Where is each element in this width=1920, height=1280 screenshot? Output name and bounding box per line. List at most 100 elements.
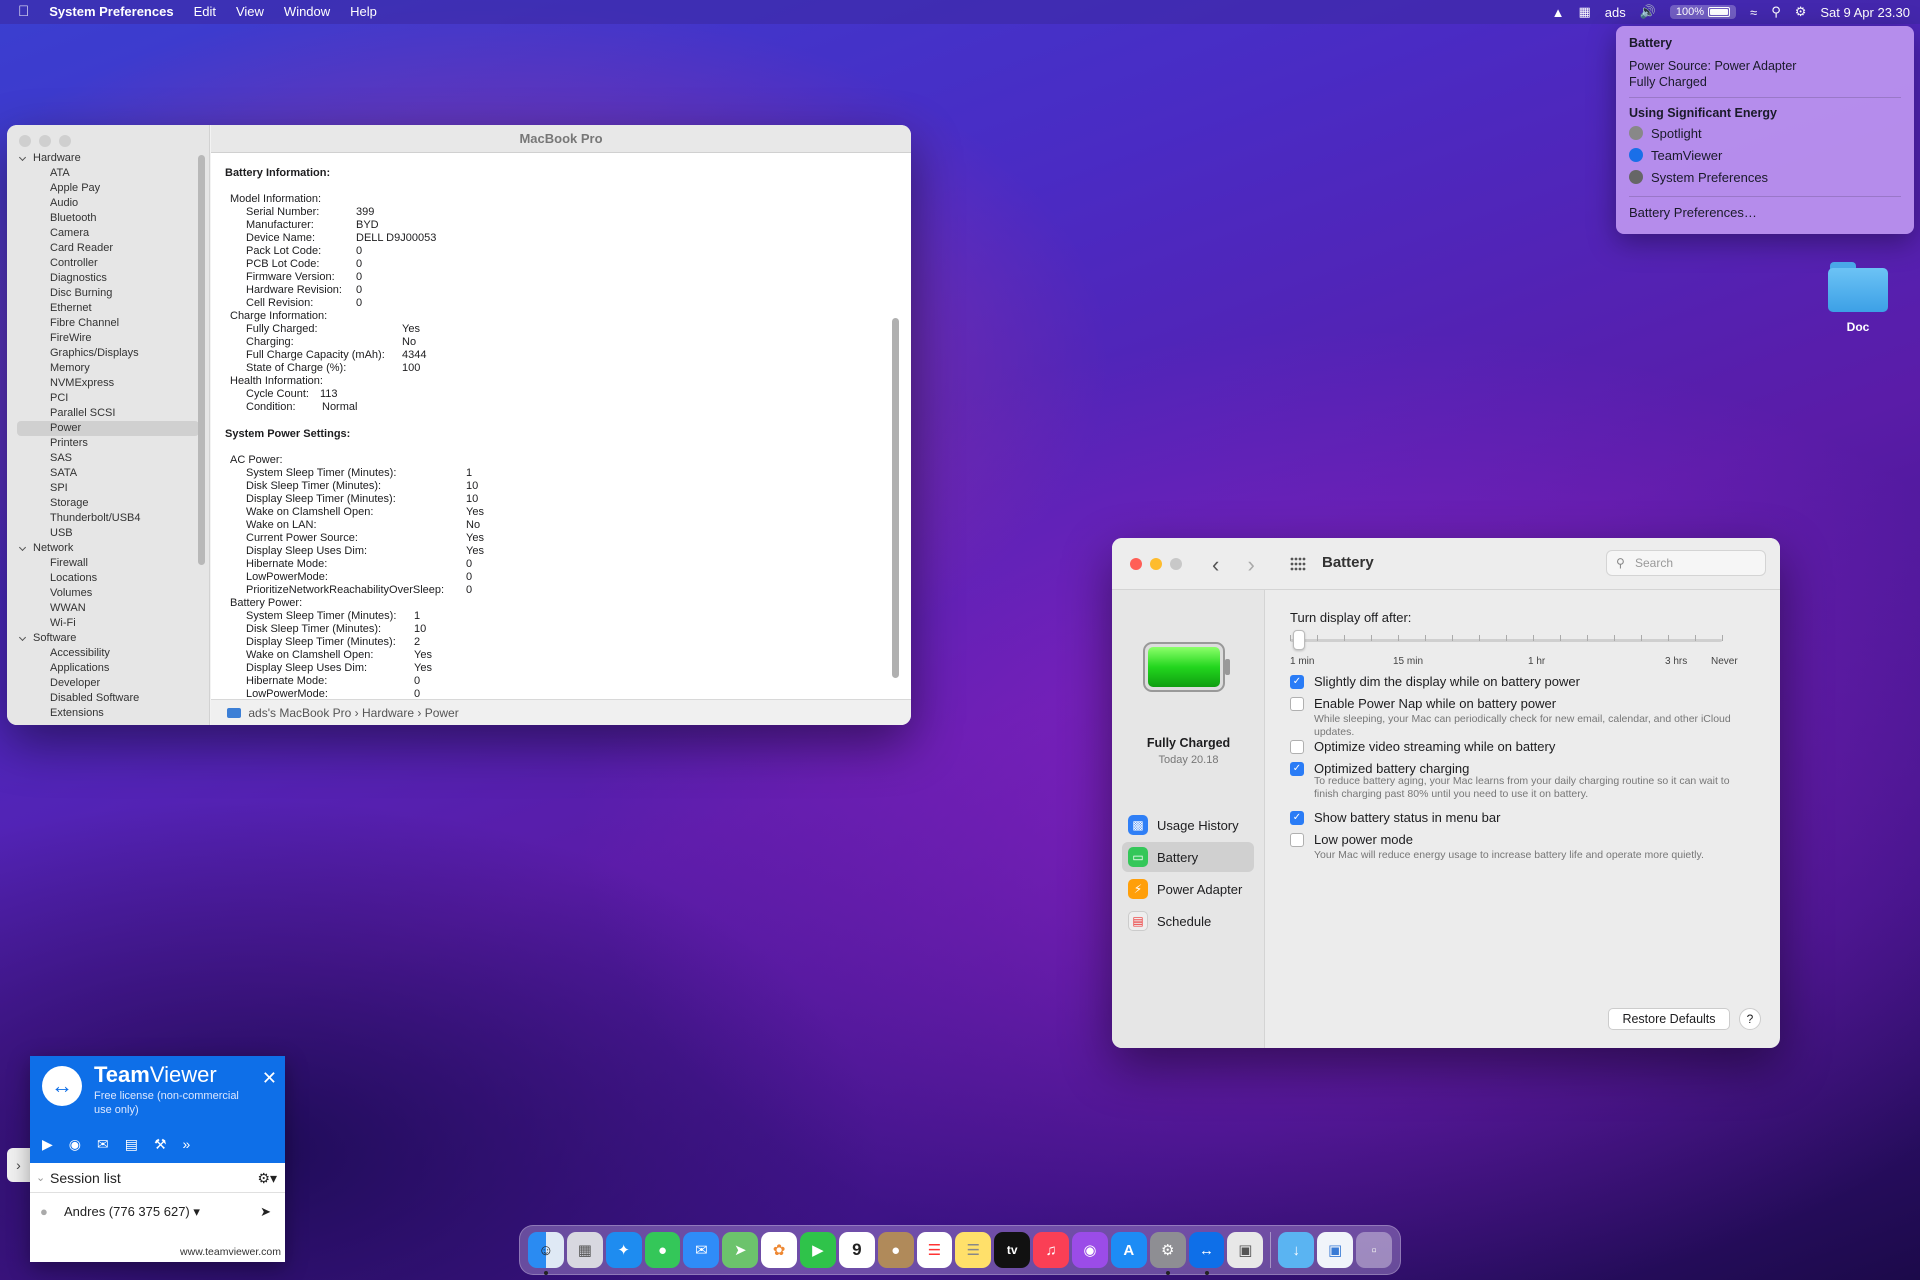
dock-finder-icon[interactable]: ☺: [528, 1232, 564, 1275]
option-checkbox[interactable]: ✓: [1290, 810, 1304, 825]
energy-app-spotlight[interactable]: Spotlight: [1629, 122, 1901, 144]
teamviewer-url[interactable]: www.teamviewer.com: [180, 1246, 281, 1258]
dock-photos-icon[interactable]: ✿: [761, 1232, 798, 1268]
dock-preview-icon[interactable]: ▣: [1227, 1232, 1264, 1268]
sidebar-item[interactable]: Parallel SCSI: [7, 406, 209, 421]
dock-downloads-icon[interactable]: ↓: [1278, 1232, 1315, 1268]
dock-maps-icon[interactable]: ➤: [722, 1232, 759, 1268]
option-row[interactable]: Optimize video streaming while on batter…: [1290, 739, 1555, 754]
option-row[interactable]: Low power mode: [1290, 832, 1413, 847]
sidebar-item[interactable]: Camera: [7, 226, 209, 241]
dock-launchpad-icon[interactable]: ▦: [566, 1232, 603, 1268]
option-checkbox[interactable]: [1290, 832, 1304, 847]
path-text[interactable]: ads's MacBook Pro › Hardware › Power: [248, 706, 458, 720]
session-list-header[interactable]: ⌄ Session list ⚙▾: [30, 1163, 285, 1193]
nav-power-adapter[interactable]: ⚡ Power Adapter: [1122, 874, 1254, 904]
sidebar-section[interactable]: Software: [7, 631, 209, 646]
sidebar-item[interactable]: Fibre Channel: [7, 316, 209, 331]
minimize-button[interactable]: [39, 135, 51, 147]
dock-mail-icon[interactable]: ✉: [683, 1232, 720, 1268]
spotlight-icon[interactable]: ⚲: [1771, 4, 1781, 20]
option-row[interactable]: ✓ Slightly dim the display while on batte…: [1290, 674, 1580, 689]
sidebar-item[interactable]: Disc Burning: [7, 286, 209, 301]
option-row[interactable]: ✓ Show battery status in menu bar: [1290, 810, 1500, 825]
volume-icon[interactable]: 🔊: [1640, 4, 1656, 20]
sidebar-section[interactable]: Hardware: [7, 151, 209, 166]
sidebar-item[interactable]: Audio: [7, 196, 209, 211]
sidebar-item[interactable]: Printers: [7, 436, 209, 451]
restore-defaults-button[interactable]: Restore Defaults: [1608, 1008, 1730, 1030]
sidebar-item[interactable]: FireWire: [7, 331, 209, 346]
sidebar-item[interactable]: Memory: [7, 361, 209, 376]
sidebar-item[interactable]: Apple Pay: [7, 181, 209, 196]
menu-help[interactable]: Help: [340, 0, 387, 24]
sidebar-item[interactable]: Storage: [7, 496, 209, 511]
nav-usage-history[interactable]: ▩ Usage History: [1122, 810, 1254, 840]
battery-preferences-link[interactable]: Battery Preferences…: [1629, 205, 1901, 220]
sidebar-scrollbar[interactable]: [198, 155, 205, 565]
dock-safari-icon[interactable]: ✦: [605, 1232, 642, 1268]
menu-view[interactable]: View: [226, 0, 274, 24]
menu-user[interactable]: ads: [1605, 5, 1626, 20]
chevron-down-icon[interactable]: ▾: [190, 1204, 200, 1219]
sidebar-item[interactable]: Thunderbolt/USB4: [7, 511, 209, 526]
help-button[interactable]: ?: [1739, 1008, 1761, 1030]
energy-app-system-preferences[interactable]: System Preferences: [1629, 166, 1901, 188]
headset-icon[interactable]: ◉: [69, 1136, 81, 1153]
dock-tv-icon[interactable]: tv: [994, 1232, 1031, 1268]
content-scrollbar[interactable]: [892, 318, 899, 678]
close-button[interactable]: [1130, 558, 1142, 570]
sidebar-item[interactable]: Volumes: [7, 586, 209, 601]
zoom-button[interactable]: [59, 135, 71, 147]
sidebar-item[interactable]: Controller: [7, 256, 209, 271]
sidebar-item[interactable]: Graphics/Displays: [7, 346, 209, 361]
nav-schedule[interactable]: ▤ Schedule: [1122, 906, 1254, 936]
dock-app-store-icon[interactable]: A: [1110, 1232, 1147, 1268]
option-row[interactable]: Enable Power Nap while on battery power: [1290, 696, 1556, 711]
dock-reminders-icon[interactable]: ☰: [916, 1232, 953, 1268]
dock-teamviewer-icon[interactable]: ↔: [1188, 1232, 1225, 1275]
dock-window-icon[interactable]: ▣: [1317, 1232, 1354, 1268]
session-user-row[interactable]: ● Andres (776 375 627) ▾ ➤: [30, 1194, 285, 1230]
teamviewer-expand-handle[interactable]: ›: [7, 1148, 30, 1182]
option-checkbox[interactable]: [1290, 739, 1304, 754]
dock-podcasts-icon[interactable]: ◉: [1072, 1232, 1108, 1268]
wifi-icon[interactable]: ≈: [1750, 5, 1757, 20]
option-row[interactable]: ✓ Optimized battery charging: [1290, 761, 1469, 776]
menu-app-name[interactable]: System Preferences: [39, 0, 183, 24]
sidebar-item[interactable]: SATA: [7, 466, 209, 481]
menu-clock[interactable]: Sat 9 Apr 23.30: [1820, 5, 1910, 20]
sidebar-item[interactable]: Applications: [7, 661, 209, 676]
dock-calendar-icon[interactable]: 9: [838, 1232, 875, 1268]
nav-battery[interactable]: ▭ Battery: [1122, 842, 1254, 872]
zoom-button[interactable]: [1170, 558, 1182, 570]
sidebar-item[interactable]: Wi-Fi: [7, 616, 209, 631]
video-icon[interactable]: ▶: [42, 1136, 53, 1153]
connect-cursor-icon[interactable]: ➤: [260, 1194, 271, 1230]
gear-icon[interactable]: ⚙▾: [257, 1163, 277, 1193]
sidebar-item[interactable]: SAS: [7, 451, 209, 466]
sidebar-item[interactable]: USB: [7, 526, 209, 541]
sidebar-item[interactable]: WWAN: [7, 601, 209, 616]
dock-music-icon[interactable]: ♫: [1033, 1232, 1070, 1268]
more-icon[interactable]: »: [183, 1136, 191, 1153]
close-icon[interactable]: ✕: [262, 1068, 277, 1089]
back-icon[interactable]: ‹: [1212, 552, 1219, 577]
sidebar-section[interactable]: Network: [7, 541, 209, 556]
sidebar-item[interactable]: Disabled Software: [7, 691, 209, 706]
sidebar-item[interactable]: PCI: [7, 391, 209, 406]
tools-icon[interactable]: ⚒: [154, 1136, 167, 1153]
sidebar-item[interactable]: Card Reader: [7, 241, 209, 256]
chat-icon[interactable]: ✉: [97, 1136, 109, 1153]
menu-edit[interactable]: Edit: [184, 0, 226, 24]
display-off-slider-knob[interactable]: [1292, 630, 1305, 650]
sidebar-item[interactable]: Firewall: [7, 556, 209, 571]
sidebar-item[interactable]: Diagnostics: [7, 271, 209, 286]
option-checkbox[interactable]: [1290, 696, 1304, 711]
apple-menu-icon[interactable]: : [0, 0, 39, 24]
dock-contacts-icon[interactable]: ●: [877, 1232, 914, 1268]
desktop-folder[interactable]: Doc: [1822, 262, 1894, 334]
dock-facetime-icon[interactable]: ▶: [800, 1232, 836, 1268]
option-checkbox[interactable]: ✓: [1290, 674, 1304, 689]
dock-trash-icon[interactable]: ▫: [1356, 1232, 1392, 1268]
